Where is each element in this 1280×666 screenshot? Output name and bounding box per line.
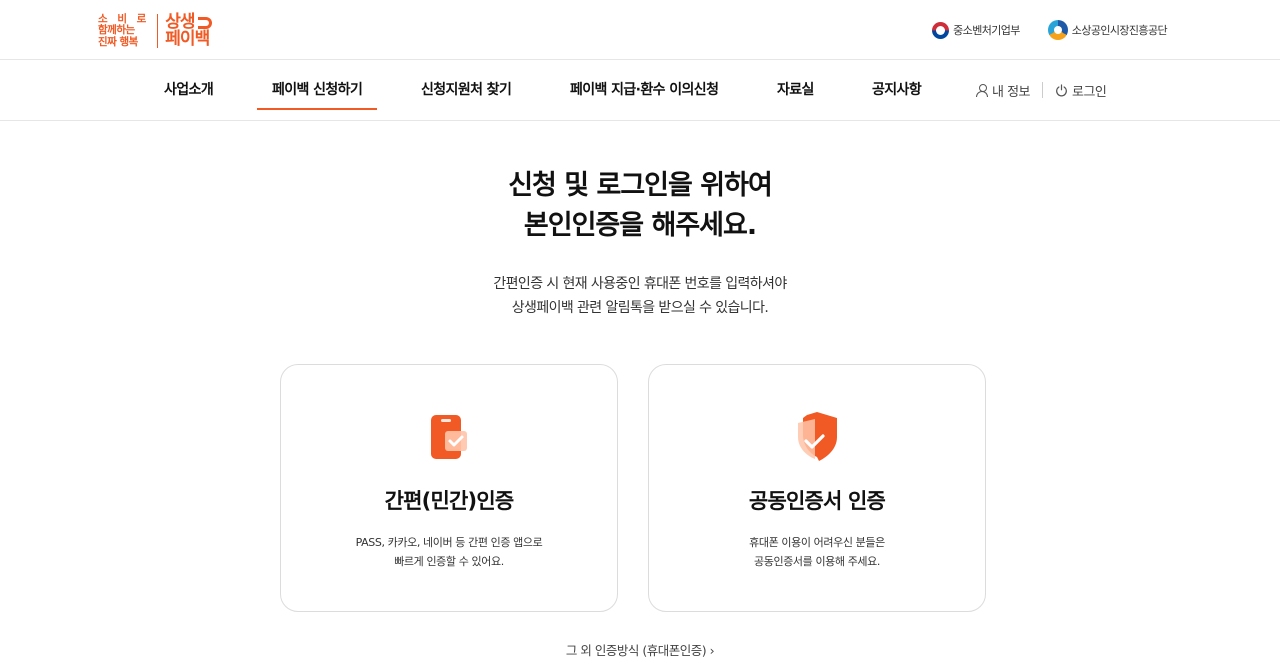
partner-label: 소상공인시장진흥공단: [1071, 24, 1168, 37]
card-title: 공동인증서 인증: [748, 489, 886, 513]
page-title-line: 본인인증을 해주세요.: [523, 210, 757, 241]
page-description-line: 상생페이백 관련 알림톡을 받으실 수 있습니다.: [511, 300, 769, 316]
card-description-line: 휴대폰 이용이 어려우신 분들은: [749, 536, 885, 549]
page-title-line: 신청 및 로그인을 위하여: [508, 170, 773, 201]
page-description-line: 간편인증 시 현재 사용중인 휴대폰 번호를 입력하셔야: [493, 276, 787, 292]
other-auth-link[interactable]: 그 외 인증방식 (휴대폰인증) ›: [565, 643, 715, 658]
nav-item-apply[interactable]: 페이백 신청하기: [256, 60, 378, 121]
card-description: PASS, 카카오, 네이버 등 간편 인증 앱으로 빠르게 인증할 수 있어요…: [281, 533, 617, 571]
card-description-line: 공동인증서를 이용해 주세요.: [754, 555, 880, 568]
chevron-right-icon: ›: [709, 643, 715, 658]
partner-label: 중소벤처기업부: [953, 24, 1020, 37]
card-description-line: 빠르게 인증할 수 있어요.: [394, 555, 504, 568]
nav-item-find-support[interactable]: 신청지원처 찾기: [421, 60, 512, 121]
logo-slogan-line: 진짜 행복: [98, 35, 138, 48]
login-link[interactable]: 로그인: [1055, 60, 1107, 121]
my-info-label: 내 정보: [992, 85, 1031, 100]
power-icon: [1056, 84, 1067, 97]
util-divider: [1042, 82, 1043, 98]
other-auth-methods: 그 외 인증방식 (휴대폰인증) ›: [0, 640, 1280, 659]
logo-brand: 상생 페이백: [158, 14, 212, 49]
my-info-link[interactable]: 내 정보: [976, 60, 1031, 121]
semas-emblem-icon: [1047, 20, 1068, 40]
simple-auth-card[interactable]: 간편(민간)인증 PASS, 카카오, 네이버 등 간편 인증 앱으로 빠르게 …: [280, 364, 618, 612]
page-description: 간편인증 시 현재 사용중인 휴대폰 번호를 입력하셔야 상생페이백 관련 알림…: [0, 272, 1280, 320]
shield-check-icon: [798, 412, 837, 461]
logo-swirl-icon: [197, 16, 212, 29]
taegeuk-emblem-icon: [932, 21, 950, 39]
card-description-line: PASS, 카카오, 네이버 등 간편 인증 앱으로: [355, 536, 543, 549]
main-nav: 사업소개 페이백 신청하기 신청지원처 찾기 페이백 지급·환수 이의신청 자료…: [0, 60, 1280, 121]
site-logo[interactable]: 소 비 로 함께하는 진짜 행복 상생 페이백: [98, 12, 212, 50]
certificate-auth-card[interactable]: 공동인증서 인증 휴대폰 이용이 어려우신 분들은 공동인증서를 이용해 주세요…: [648, 364, 986, 612]
page-title: 신청 및 로그인을 위하여 본인인증을 해주세요.: [0, 166, 1280, 246]
card-title: 간편(민간)인증: [384, 489, 515, 513]
login-label: 로그인: [1072, 85, 1107, 100]
card-description: 휴대폰 이용이 어려우신 분들은 공동인증서를 이용해 주세요.: [649, 533, 985, 571]
logo-slogan: 소 비 로 함께하는 진짜 행복: [98, 13, 159, 49]
logo-brand-bottom: 페이백: [165, 29, 210, 49]
nav-item-objection[interactable]: 페이백 지급·환수 이의신청: [570, 60, 719, 121]
phone-check-icon: [431, 415, 467, 459]
user-icon: [976, 84, 988, 97]
partner-semas[interactable]: 소상공인시장진흥공단: [1047, 20, 1168, 40]
nav-item-resources[interactable]: 자료실: [777, 60, 814, 121]
nav-item-about[interactable]: 사업소개: [164, 60, 214, 121]
top-bar: 소 비 로 함께하는 진짜 행복 상생 페이백 중소벤처기업부 소상공인시장진흥…: [0, 0, 1280, 60]
partner-logos: 중소벤처기업부 소상공인시장진흥공단: [932, 20, 1168, 40]
partner-mss[interactable]: 중소벤처기업부: [932, 21, 1020, 39]
nav-item-notices[interactable]: 공지사항: [872, 60, 922, 121]
other-auth-label: 그 외 인증방식 (휴대폰인증): [565, 643, 707, 658]
